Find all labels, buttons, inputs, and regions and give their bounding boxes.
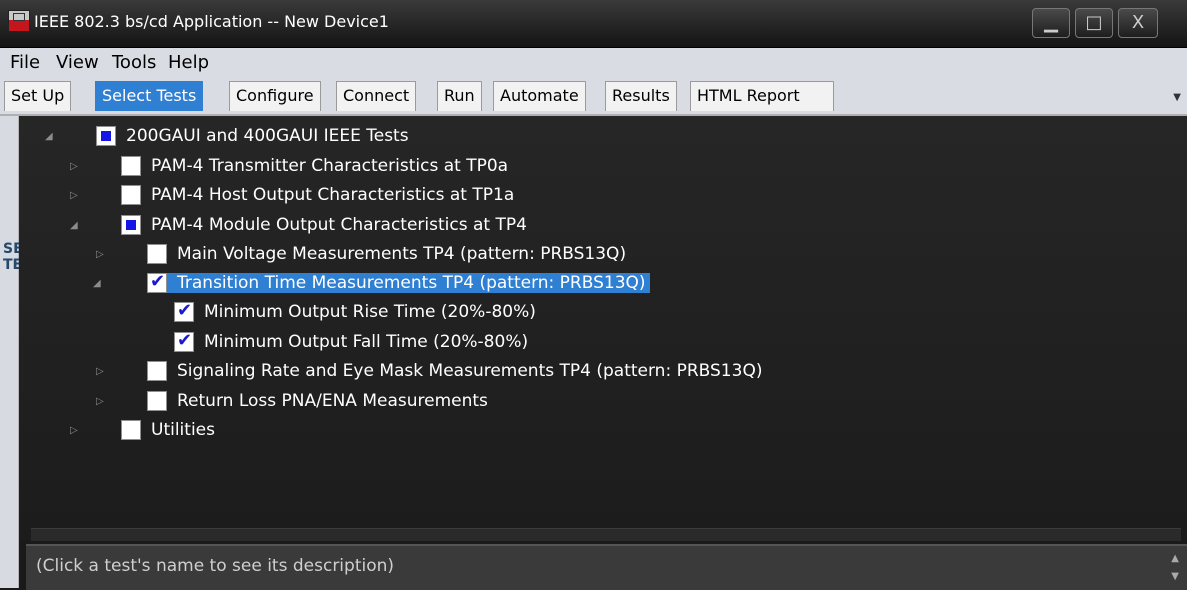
- tree-item-label[interactable]: PAM-4 Host Output Characteristics at TP1…: [151, 185, 514, 205]
- collapsed-triangle-icon[interactable]: ▷: [96, 396, 104, 407]
- tree-checkbox[interactable]: [174, 300, 194, 322]
- collapsed-triangle-icon[interactable]: ▷: [96, 366, 104, 377]
- tree-item[interactable]: ▷ Utilities: [70, 418, 215, 442]
- description-pane: (Click a test's name to see its descript…: [26, 544, 1187, 590]
- side-strip: SELECT TESTS: [0, 116, 61, 588]
- tree-item-label[interactable]: Signaling Rate and Eye Mask Measurements…: [177, 361, 762, 381]
- tree-checkbox[interactable]: [174, 330, 194, 352]
- side-strip-label: SELECT TESTS: [3, 241, 61, 273]
- tab-select-tests[interactable]: Select Tests: [95, 81, 204, 111]
- test-tree: [19, 116, 1187, 540]
- tree-item[interactable]: ◢ Transition Time Measurements TP4 (patte…: [93, 271, 650, 295]
- tree-item[interactable]: ▷ Signaling Rate and Eye Mask Measurement…: [96, 359, 762, 383]
- tree-item[interactable]: ◢ 200GAUI and 400GAUI IEEE Tests: [45, 124, 409, 148]
- collapsed-triangle-icon[interactable]: ▷: [70, 425, 78, 436]
- tree-item-label[interactable]: 200GAUI and 400GAUI IEEE Tests: [126, 126, 409, 146]
- tree-item[interactable]: ▷ Main Voltage Measurements TP4 (pattern:…: [96, 242, 626, 266]
- tab-configure[interactable]: Configure: [229, 81, 321, 111]
- tab-automate[interactable]: Automate: [493, 81, 586, 111]
- title-bar: IEEE 802.3 bs/cd Application -- New Devi…: [0, 0, 1187, 48]
- tree-item[interactable]: Minimum Output Rise Time (20%-80%): [174, 300, 536, 324]
- menu-file[interactable]: File: [10, 52, 40, 73]
- tree-item-label[interactable]: PAM-4 Transmitter Characteristics at TP0…: [151, 156, 508, 176]
- tree-item-label[interactable]: Transition Time Measurements TP4 (patter…: [147, 273, 650, 293]
- tab-results[interactable]: Results: [605, 81, 677, 111]
- tree-item-label[interactable]: Main Voltage Measurements TP4 (pattern: …: [177, 244, 626, 264]
- expanded-triangle-icon[interactable]: ◢: [93, 278, 101, 289]
- tree-item[interactable]: ▷ PAM-4 Transmitter Characteristics at TP…: [70, 154, 508, 178]
- tab-set-up[interactable]: Set Up: [4, 81, 72, 111]
- menu-tools[interactable]: Tools: [112, 52, 156, 73]
- tree-item-label[interactable]: Minimum Output Fall Time (20%-80%): [204, 332, 528, 352]
- collapsed-triangle-icon[interactable]: ▷: [70, 190, 78, 201]
- tree-checkbox[interactable]: [121, 420, 141, 440]
- window-title: IEEE 802.3 bs/cd Application -- New Devi…: [34, 12, 389, 31]
- horizontal-scrollbar[interactable]: [31, 528, 1181, 541]
- menu-view[interactable]: View: [56, 52, 99, 73]
- tree-checkbox[interactable]: [147, 391, 167, 411]
- expanded-triangle-icon[interactable]: ◢: [45, 131, 53, 142]
- tree-checkbox[interactable]: [147, 361, 167, 381]
- tree-item[interactable]: ◢ PAM-4 Module Output Characteristics at …: [70, 213, 527, 237]
- tab-connect[interactable]: Connect: [336, 81, 417, 111]
- tree-item[interactable]: ▷ Return Loss PNA/ENA Measurements: [96, 389, 488, 413]
- tab-html-report[interactable]: HTML Report: [690, 81, 834, 111]
- collapsed-triangle-icon[interactable]: ▷: [70, 161, 78, 172]
- tree-checkbox[interactable]: [147, 244, 167, 264]
- description-hint: (Click a test's name to see its descript…: [36, 556, 395, 576]
- description-scroll-icon[interactable]: ▲ ▼: [1171, 550, 1179, 586]
- tree-item[interactable]: Minimum Output Fall Time (20%-80%): [174, 330, 528, 354]
- tab-overflow-icon[interactable]: ▼: [1173, 92, 1181, 103]
- tree-checkbox[interactable]: [121, 185, 141, 205]
- tree-item-label[interactable]: Utilities: [151, 420, 215, 440]
- maximize-button[interactable]: □: [1075, 8, 1113, 38]
- minimize-button[interactable]: ▁: [1032, 8, 1070, 38]
- expanded-triangle-icon[interactable]: ◢: [70, 220, 78, 231]
- menu-help[interactable]: Help: [168, 52, 209, 73]
- tree-checkbox[interactable]: [96, 126, 116, 146]
- tree-checkbox[interactable]: [147, 271, 167, 293]
- menu-bar: File View Tools Help: [0, 48, 1187, 78]
- collapsed-triangle-icon[interactable]: ▷: [96, 249, 104, 260]
- tab-run[interactable]: Run: [437, 81, 482, 111]
- tree-item-label[interactable]: PAM-4 Module Output Characteristics at T…: [151, 215, 527, 235]
- tree-item-label[interactable]: Return Loss PNA/ENA Measurements: [177, 391, 488, 411]
- close-button[interactable]: X: [1118, 8, 1158, 38]
- app-logo-icon: [8, 10, 30, 32]
- tree-checkbox[interactable]: [121, 156, 141, 176]
- tree-item-label[interactable]: Minimum Output Rise Time (20%-80%): [204, 302, 536, 322]
- tab-bar: Set Up Select Tests Configure Connect Ru…: [0, 78, 1187, 116]
- tree-checkbox[interactable]: [121, 215, 141, 235]
- tree-item[interactable]: ▷ PAM-4 Host Output Characteristics at TP…: [70, 183, 514, 207]
